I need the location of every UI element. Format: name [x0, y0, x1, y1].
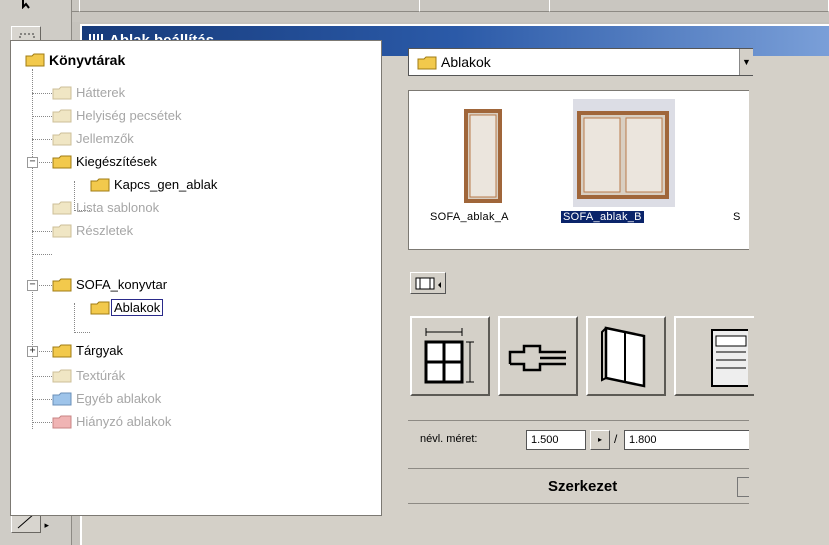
- width-field[interactable]: 1.500: [526, 430, 586, 450]
- flyout-arrow-icon: ▸: [44, 520, 49, 530]
- tree-item-label: Lista sablonok: [76, 200, 160, 215]
- tree-item-label: Ablakok: [111, 299, 164, 316]
- tree-item-label: Kapcs_gen_ablak: [114, 177, 218, 192]
- library-tree[interactable]: Könyvtárak Hátterek Helyiség pecsétek Je…: [10, 40, 382, 516]
- collapse-icon[interactable]: −: [27, 280, 38, 291]
- gallery-item-label: SOFA_ablak_B: [561, 211, 644, 223]
- object-gallery[interactable]: SOFA_ablak_A SOFA_ablak_B S: [408, 90, 749, 250]
- tree-item-label: Helyiség pecsétek: [76, 108, 182, 123]
- listing-button[interactable]: [674, 316, 754, 396]
- window-dimensions-icon: [424, 328, 474, 384]
- select-value: Ablakok: [441, 54, 491, 70]
- nominal-size-label: névl. méret:: [420, 433, 478, 445]
- tree-item-label: Hátterek: [76, 85, 126, 100]
- size-separator: /: [614, 432, 618, 446]
- parameters-page-button[interactable]: [410, 316, 490, 396]
- folder-icon: [25, 53, 45, 67]
- library-folder-select[interactable]: Ablakok ▼: [408, 48, 753, 76]
- collapse-icon[interactable]: −: [27, 157, 38, 168]
- section-toggle[interactable]: [737, 477, 749, 497]
- gallery-item-label: SOFA_ablak_A: [430, 211, 509, 223]
- open-folder-icon: [90, 301, 110, 315]
- sill-settings-button[interactable]: [498, 316, 578, 396]
- folder-icon: [52, 201, 72, 215]
- folder-icon: [417, 56, 437, 70]
- parameters-panel: névl. méret: 1.500 ▸ / 1.800 Szerkezet: [408, 420, 749, 521]
- tree-item-label: Kiegészítések: [76, 154, 157, 169]
- folder-icon: [52, 278, 72, 292]
- preview-mode-button[interactable]: [410, 272, 446, 294]
- window-b-preview-icon: [573, 99, 675, 207]
- arrow-tool[interactable]: [11, 0, 41, 10]
- height-field[interactable]: 1.800: [624, 430, 749, 450]
- tree-item-label: Részletek: [76, 223, 134, 238]
- tree-item-label: SOFA_konyvtar: [76, 277, 168, 292]
- calculator-icon: [711, 329, 748, 387]
- folder-icon: [52, 86, 72, 100]
- tree-item-label: Hiányzó ablakok: [76, 414, 172, 429]
- blue-folder-icon: [52, 392, 72, 406]
- gallery-item-label: S: [733, 211, 741, 223]
- structure-section-header[interactable]: Szerkezet: [408, 468, 749, 504]
- window-3d-icon: [601, 326, 646, 388]
- link-toggle[interactable]: ▸: [590, 430, 610, 450]
- tree-item-label: Egyéb ablakok: [76, 391, 162, 406]
- window-flyout-icon: [415, 277, 441, 290]
- 3d-view-button[interactable]: [586, 316, 666, 396]
- expand-icon[interactable]: +: [27, 346, 38, 357]
- folder-icon: [52, 155, 72, 169]
- tree-item-label: Textúrák: [76, 368, 126, 383]
- tree-item-label: Jellemzők: [76, 131, 134, 146]
- window-section-icon: [508, 344, 566, 372]
- folder-icon: [52, 109, 72, 123]
- folder-icon: [52, 344, 72, 358]
- folder-icon: [90, 178, 110, 192]
- folder-icon: [52, 369, 72, 383]
- tree-root-label: Könyvtárak: [49, 52, 126, 68]
- section-title: Szerkezet: [548, 478, 618, 495]
- red-folder-icon: [52, 415, 72, 429]
- window-a-preview-icon: [464, 109, 502, 203]
- folder-icon: [52, 224, 72, 238]
- chevron-down-icon[interactable]: ▼: [739, 49, 753, 75]
- tree-item-label: Tárgyak: [76, 343, 123, 358]
- folder-icon: [52, 132, 72, 146]
- top-toolbar-strip: [72, 0, 829, 22]
